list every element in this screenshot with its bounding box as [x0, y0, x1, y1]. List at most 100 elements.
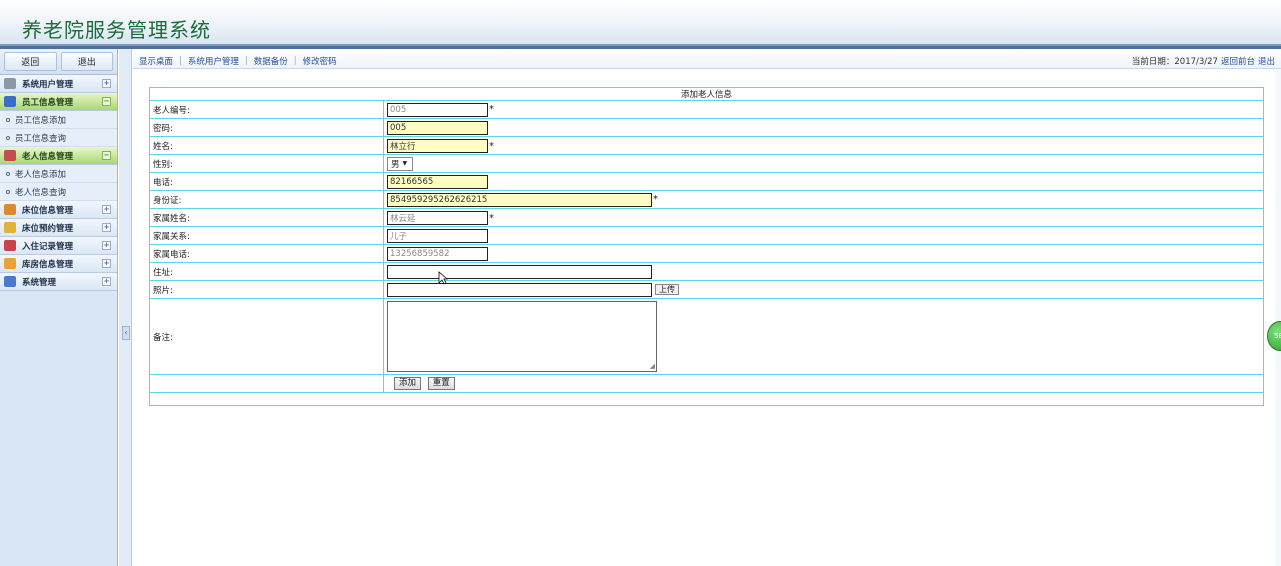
bullet-icon — [6, 117, 10, 122]
elder-no-input[interactable] — [387, 102, 488, 117]
scrollbar[interactable] — [1275, 69, 1281, 566]
required-mark: * — [489, 103, 494, 115]
gear-icon — [4, 78, 16, 89]
sidebar-subitem[interactable]: 员工信息查询 — [0, 129, 117, 147]
nav-link-desktop[interactable]: 显示桌面 — [139, 55, 173, 67]
sidebar-menu: 系统用户管理 + 员工信息管理 − 员工信息添加 员工信息查询 老人信息管理 − 老人信息添加老… — [0, 75, 117, 291]
sidebar-group-label: 员工信息管理 — [22, 97, 74, 108]
app-title: 养老院服务管理系统 — [22, 18, 211, 42]
sidebar-group-label: 老人信息管理 — [22, 151, 74, 162]
sidebar-group-label: 系统用户管理 — [22, 79, 74, 90]
sidebar-group-0[interactable]: 系统用户管理 + — [0, 75, 117, 93]
photo-input[interactable] — [387, 282, 652, 297]
name-label: 姓名: — [149, 136, 384, 155]
date-area: 当前日期：2017/3/27 返回前台 退出 — [1132, 55, 1275, 67]
expand-icon[interactable]: + — [102, 205, 111, 214]
sidebar-group-label: 入住记录管理 — [22, 241, 74, 252]
expand-icon[interactable]: + — [102, 277, 111, 286]
sidebar-group-5[interactable]: 入住记录管理 + — [0, 237, 117, 255]
upload-button[interactable]: 上传 — [655, 283, 679, 295]
sidebar-group-2[interactable]: 老人信息管理 − — [0, 147, 117, 165]
password-label: 密码: — [149, 118, 384, 137]
sidebar-subitem[interactable]: 老人信息查询 — [0, 183, 117, 201]
exit-button[interactable]: 退出 — [60, 52, 113, 71]
sidebar-splitter[interactable] — [119, 49, 132, 566]
address-label: 住址: — [149, 262, 384, 281]
bullet-icon — [6, 171, 10, 176]
sidebar-subitem-label: 员工信息查询 — [15, 133, 67, 144]
bullet-icon — [6, 135, 10, 140]
family-relation-input[interactable] — [387, 228, 488, 243]
sidebar-group-label: 床位预约管理 — [22, 223, 74, 234]
family-name-label: 家属姓名: — [149, 208, 384, 227]
nav-separator: | — [179, 56, 182, 66]
folder-user-icon — [4, 222, 16, 233]
sidebar-group-7[interactable]: 系统管理 + — [0, 273, 117, 291]
phone-input[interactable] — [387, 174, 488, 189]
remarks-label: 备注: — [149, 298, 384, 375]
sidebar-subitem[interactable]: 老人信息添加 — [0, 165, 117, 183]
sidebar-subitem-label: 老人信息添加 — [15, 169, 67, 180]
back-to-front-link[interactable]: 返回前台 — [1221, 55, 1255, 67]
back-button[interactable]: 返回 — [4, 52, 57, 71]
family-phone-label: 家属电话: — [149, 244, 384, 263]
sidebar-group-label: 系统管理 — [22, 277, 57, 288]
sidebar-group-1[interactable]: 员工信息管理 − — [0, 93, 117, 111]
nav-separator: | — [244, 56, 248, 66]
required-mark: * — [489, 212, 494, 224]
name-input[interactable] — [387, 138, 488, 153]
top-navbar: 显示桌面 | 系统用户管理 | 数据备份 | 修改密码 当前日期：2017/3/… — [133, 49, 1281, 69]
sidebar-group-4[interactable]: 床位预约管理 + — [0, 219, 117, 237]
floating-badge[interactable]: 58 — [1267, 321, 1281, 351]
expand-icon[interactable]: + — [102, 79, 111, 88]
sidebar-toolbar: 返回 退出 — [0, 49, 117, 75]
collapse-sidebar-icon[interactable]: ‹ — [122, 326, 130, 340]
nav-link-users[interactable]: 系统用户管理 — [188, 55, 239, 67]
bullet-icon — [6, 189, 10, 194]
address-input[interactable] — [387, 264, 652, 279]
expand-icon[interactable]: + — [102, 241, 111, 250]
resize-grip-icon: ◢ — [649, 362, 655, 370]
form-footer — [149, 392, 1264, 406]
nav-link-change-password[interactable]: 修改密码 — [303, 55, 337, 67]
password-input[interactable] — [387, 120, 488, 135]
sidebar-group-3[interactable]: 床位信息管理 + — [0, 201, 117, 219]
sidebar-group-label: 库房信息管理 — [22, 259, 74, 270]
collapse-icon[interactable]: − — [102, 151, 111, 160]
table-icon — [4, 150, 16, 161]
required-mark: * — [653, 193, 658, 205]
monitor-icon — [4, 96, 16, 107]
expand-icon[interactable]: + — [102, 259, 111, 268]
phone-label: 电话: — [149, 172, 384, 191]
dropdown-arrow-icon: ▼ — [402, 160, 408, 167]
reset-button[interactable]: 重置 — [427, 377, 455, 390]
id-card-input[interactable] — [387, 192, 652, 207]
sidebar-subitem-label: 老人信息查询 — [15, 187, 67, 198]
add-button[interactable]: 添加 — [394, 377, 422, 390]
family-phone-input[interactable] — [387, 246, 488, 261]
collapse-icon[interactable]: − — [102, 97, 111, 106]
nav-links: 显示桌面 | 系统用户管理 | 数据备份 | 修改密码 — [139, 55, 337, 67]
logout-link[interactable]: 退出 — [1258, 55, 1275, 67]
expand-icon[interactable]: + — [102, 223, 111, 232]
gender-label: 性别: — [149, 154, 384, 173]
gender-select[interactable]: 男 ▼ — [387, 156, 413, 171]
sidebar-group-6[interactable]: 库房信息管理 + — [0, 255, 117, 273]
app-header: 养老院服务管理系统 — [0, 0, 1281, 46]
nav-separator: | — [293, 56, 297, 66]
current-date: 当前日期：2017/3/27 — [1131, 57, 1218, 67]
chart-icon — [4, 276, 16, 287]
remarks-textarea[interactable]: ◢ — [387, 301, 657, 372]
gender-value: 男 — [391, 159, 400, 170]
folder-icon — [4, 258, 16, 269]
mouse-cursor-icon — [438, 271, 448, 285]
sidebar-subitem-label: 员工信息添加 — [15, 115, 67, 126]
photo-label: 照片: — [149, 280, 384, 299]
sidebar-subitem[interactable]: 员工信息添加 — [0, 111, 117, 129]
id-card-label: 身份证: — [149, 190, 384, 209]
family-relation-label: 家属关系: — [149, 226, 384, 245]
nav-link-backup[interactable]: 数据备份 — [254, 55, 288, 67]
family-name-input[interactable] — [387, 210, 488, 225]
required-mark: * — [489, 140, 494, 152]
add-elder-form: 添加老人信息 老人编号: * 密码: 姓名: * 性别: 男▼ 电话: 身份证:… — [149, 87, 1264, 406]
